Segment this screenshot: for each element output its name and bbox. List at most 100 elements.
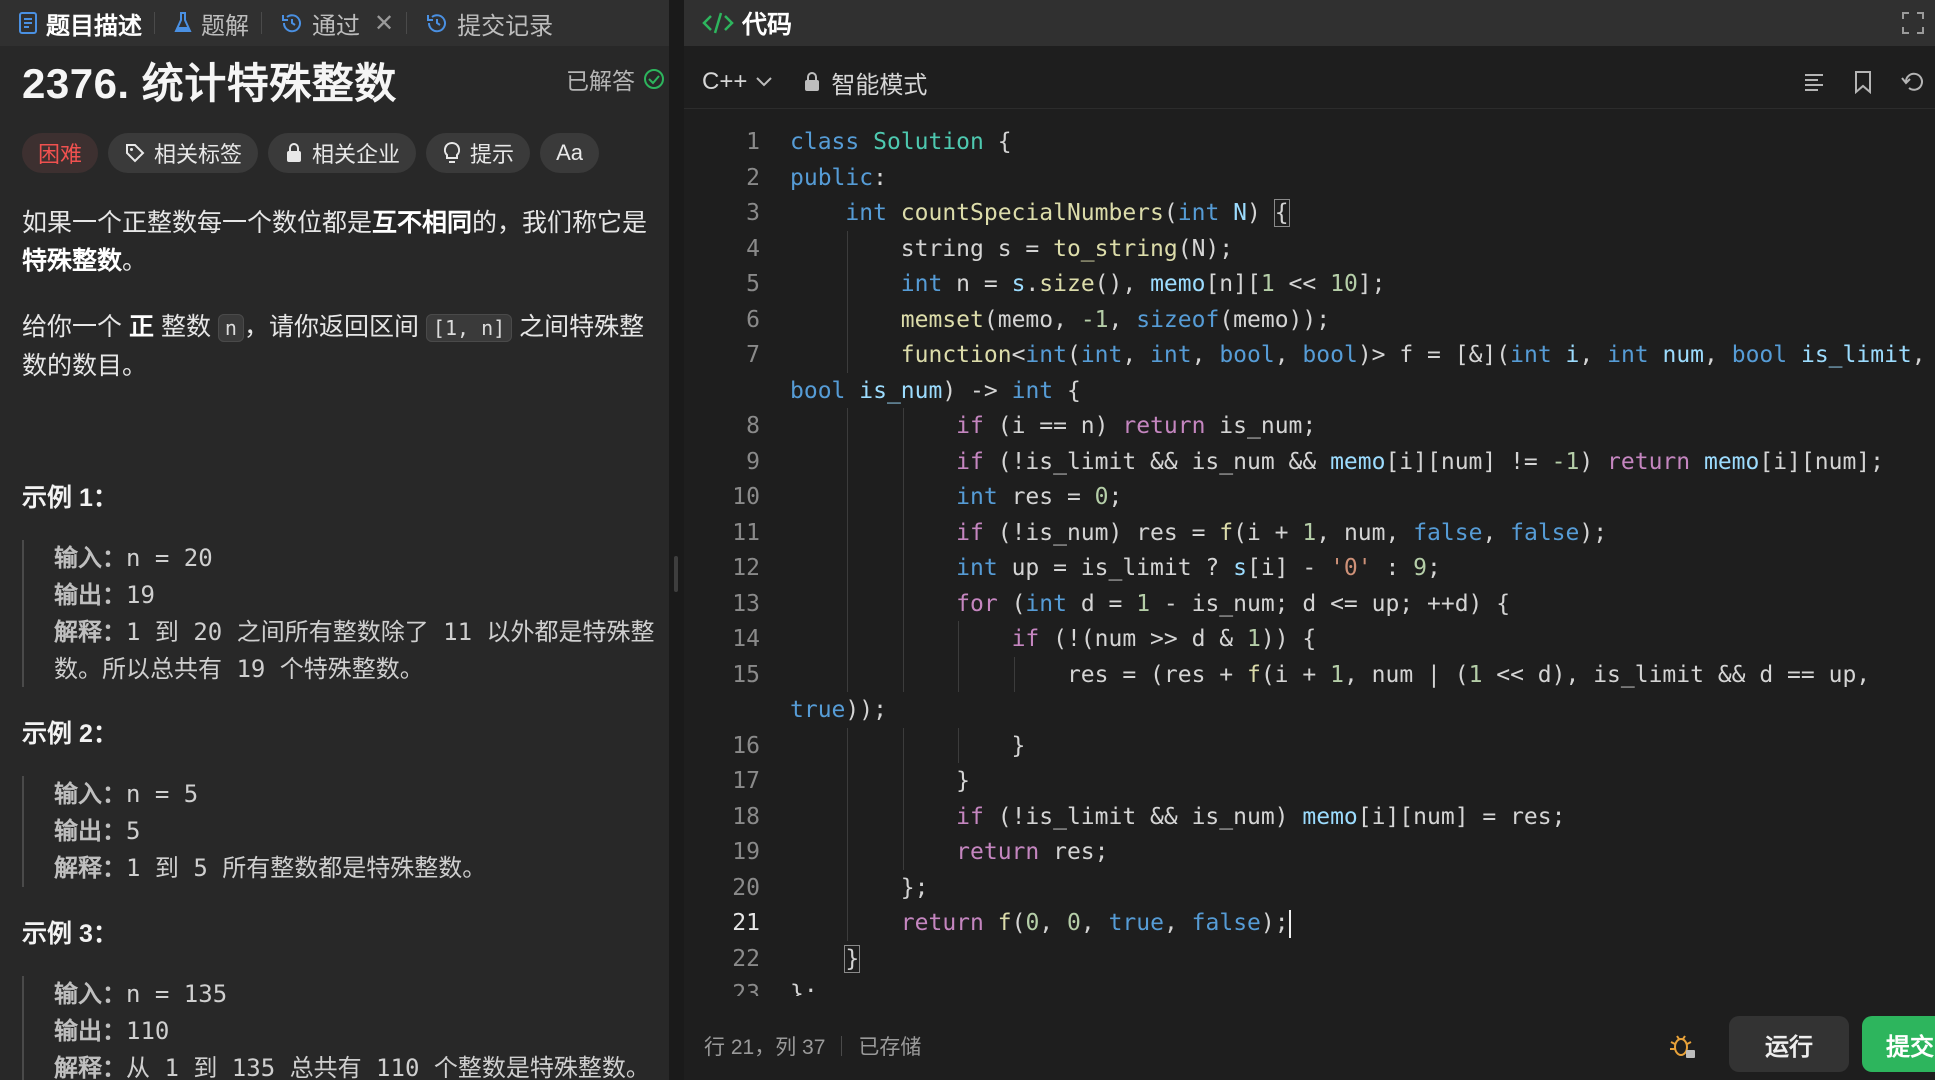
code-token: false bbox=[1413, 519, 1483, 546]
code-line: 1 class Solution { bbox=[684, 124, 1935, 160]
code-token: , bbox=[1122, 342, 1151, 368]
related-companies-button[interactable]: 相关企业 bbox=[268, 133, 417, 173]
code-token: , bbox=[1579, 342, 1608, 368]
example-title: 示例 2： bbox=[22, 720, 118, 748]
code-token: [i][num] = res; bbox=[1357, 803, 1566, 830]
resize-grip[interactable] bbox=[674, 556, 678, 592]
code-token: ( bbox=[1011, 910, 1026, 936]
code-text: } bbox=[790, 763, 970, 799]
code-token: bool bbox=[1302, 342, 1358, 368]
code-token: , bbox=[1274, 342, 1303, 368]
code-panel: 代码 C++ 智能模式 1 class Solution {2 public: 3 i… bbox=[684, 0, 1935, 1080]
text-caret bbox=[1288, 909, 1291, 938]
code-token: (!is_limit && is_num) bbox=[983, 803, 1303, 830]
line-number: 1 bbox=[746, 129, 760, 155]
code-token: , bbox=[1163, 910, 1192, 936]
code-token: res = (res + bbox=[790, 661, 1247, 688]
code-token: (!is_num) res = bbox=[983, 519, 1220, 546]
close-icon[interactable]: ✕ bbox=[374, 9, 394, 38]
code-token: , bbox=[1108, 306, 1137, 333]
tab-submissions[interactable]: 提交记录 bbox=[407, 0, 565, 46]
reset-icon[interactable] bbox=[1900, 70, 1926, 94]
code-line: 8 if (i == n) return is_num; bbox=[684, 408, 1935, 444]
hint-label: 提示 bbox=[470, 142, 515, 167]
language-select[interactable]: C++ bbox=[702, 68, 773, 96]
code-token: false bbox=[1510, 519, 1580, 546]
code-line: true)); bbox=[684, 692, 1935, 728]
example-explanation-key: 解释： bbox=[54, 619, 126, 646]
code-text: if (!is_limit && is_num) memo[i][num] = … bbox=[790, 799, 1565, 835]
problem-description-2: 给你一个 正 整数 n ，请你返回区间 [1, n] 之间特殊整数的数目。 bbox=[22, 308, 662, 385]
bookmark-icon[interactable] bbox=[1852, 70, 1874, 94]
code-line: 22 } bbox=[684, 941, 1935, 977]
example-input: n = 5 bbox=[126, 780, 199, 808]
tab-accepted[interactable]: 通过 ✕ bbox=[262, 0, 406, 46]
panel-resize-handle[interactable] bbox=[669, 0, 684, 1080]
example-input: n = 20 bbox=[126, 544, 213, 572]
code-token: } bbox=[790, 732, 1026, 759]
code-token: s bbox=[1011, 271, 1026, 297]
code-line: 5 int n = s.size(), memo[n][1 << 10]; bbox=[684, 266, 1935, 302]
lock-icon bbox=[287, 143, 302, 162]
hint-button[interactable]: 提示 bbox=[426, 133, 531, 173]
inline-code: [1, n] bbox=[425, 314, 513, 342]
indent-guide bbox=[847, 869, 849, 905]
code-text: if (!is_num) res = f(i + 1, num, false, … bbox=[790, 515, 1607, 551]
code-tab-label: 代码 bbox=[742, 11, 793, 39]
indent-guide bbox=[902, 585, 904, 621]
line-number: 8 bbox=[746, 413, 760, 439]
desc-text: 给你一个 bbox=[22, 313, 123, 341]
problem-tab-bar: 题目描述 题解 通过 ✕ 提交记录 bbox=[0, 0, 669, 46]
code-token: return bbox=[1122, 413, 1206, 439]
translate-button[interactable]: Aa bbox=[540, 133, 599, 173]
desc-text: 整数 bbox=[160, 313, 211, 341]
code-token: (memo, bbox=[983, 306, 1081, 333]
problem-tags: 困难 相关标签 相关企业 提示 Aa bbox=[22, 133, 599, 173]
format-icon[interactable] bbox=[1802, 70, 1826, 94]
code-editor[interactable]: 1 class Solution {2 public: 3 int countSpec… bbox=[684, 124, 1935, 996]
code-token: ) -> bbox=[942, 377, 1012, 404]
indent-guide bbox=[847, 479, 849, 515]
save-status: 已存储 bbox=[858, 1036, 922, 1059]
indent-guide bbox=[902, 443, 904, 479]
code-token: }; bbox=[790, 874, 929, 901]
language-value: C++ bbox=[702, 68, 748, 95]
solved-label: 已解答 bbox=[566, 68, 635, 94]
code-token: ; bbox=[1108, 484, 1123, 510]
line-number: 7 bbox=[746, 342, 760, 368]
line-number: 16 bbox=[732, 732, 760, 759]
line-number: 20 bbox=[732, 874, 760, 901]
code-token: 1 bbox=[1468, 661, 1483, 688]
code-token: bool bbox=[1731, 342, 1801, 368]
code-token: int bbox=[1025, 590, 1081, 617]
code-line: 13 for (int d = 1 - is_num; d <= up; ++d… bbox=[684, 586, 1935, 622]
submit-button[interactable]: 提交 bbox=[1862, 1016, 1935, 1072]
run-button[interactable]: 运行 bbox=[1729, 1016, 1849, 1072]
example-output-key: 输出： bbox=[54, 582, 126, 609]
fullscreen-icon[interactable] bbox=[1901, 11, 1925, 35]
code-token: (i + bbox=[1233, 519, 1303, 546]
code-token: -1 bbox=[1080, 306, 1109, 333]
code-token: int bbox=[1080, 342, 1123, 368]
line-number: 11 bbox=[732, 519, 760, 546]
code-token: { bbox=[1053, 377, 1081, 404]
code-text: } bbox=[790, 941, 861, 977]
tab-solutions[interactable]: 题解 bbox=[155, 0, 261, 46]
example-explanation-key: 解释： bbox=[54, 855, 126, 882]
code-token: countSpecialNumbers bbox=[900, 200, 1164, 226]
smart-mode-toggle[interactable]: 智能模式 bbox=[803, 65, 927, 100]
indent-guide bbox=[902, 656, 904, 692]
debug-icon[interactable] bbox=[1667, 1030, 1697, 1060]
code-token: 1 bbox=[1246, 626, 1261, 652]
example-output: 5 bbox=[126, 817, 141, 845]
code-token: -1 bbox=[1551, 448, 1580, 475]
related-tags-button[interactable]: 相关标签 bbox=[108, 133, 259, 173]
code-token: int bbox=[845, 200, 901, 226]
code-token: return bbox=[1607, 448, 1704, 475]
tab-description[interactable]: 题目描述 bbox=[0, 0, 154, 46]
